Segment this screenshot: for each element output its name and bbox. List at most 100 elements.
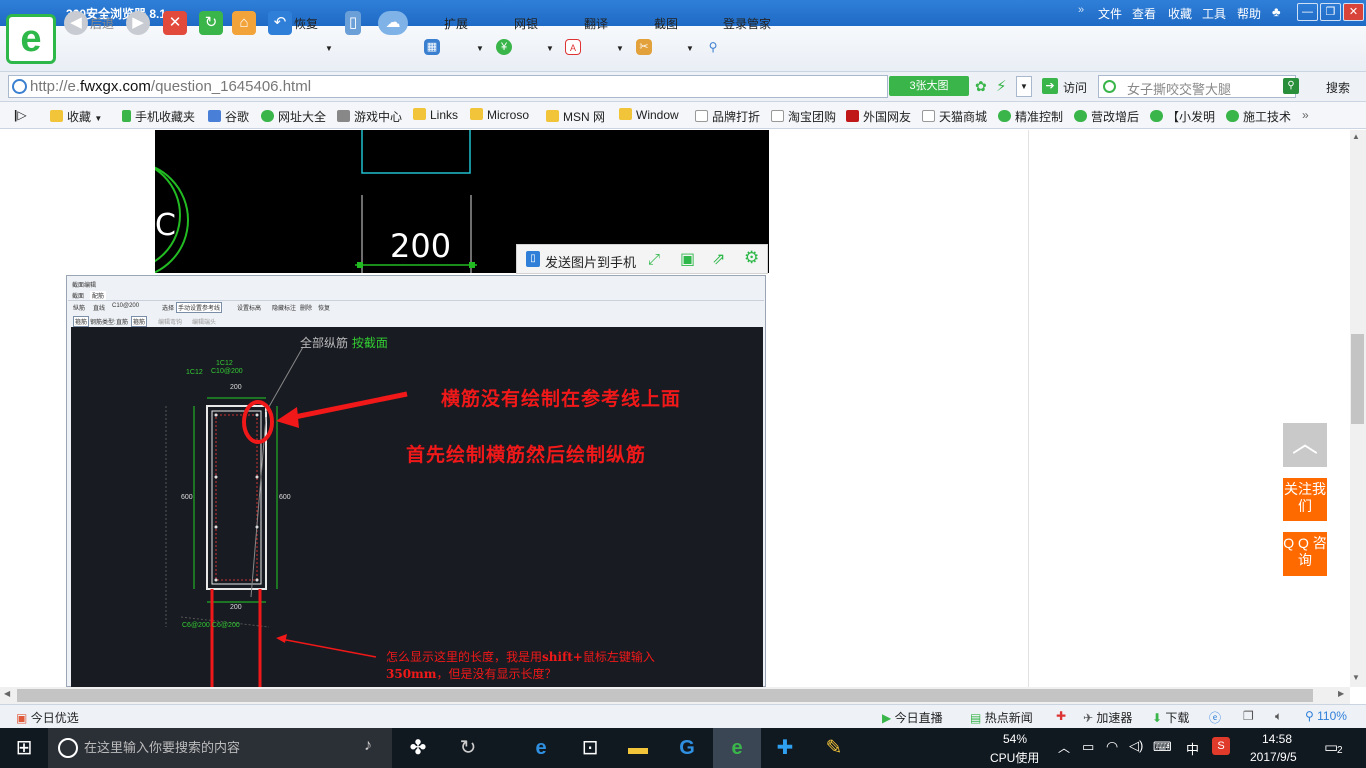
cad-tab-rebar[interactable]: 配筋 (90, 291, 107, 300)
speed-icon[interactable]: ✿ (975, 78, 987, 95)
clock-time[interactable]: 14:58 (1262, 732, 1292, 746)
minimize-button[interactable]: — (1297, 3, 1318, 21)
ie-icon[interactable]: ⓔ (1209, 709, 1221, 726)
downloads[interactable]: ⬇ 下载 (1152, 709, 1189, 726)
bank-button[interactable]: 网银 (514, 15, 538, 32)
clock-date[interactable]: 2017/9/5 (1250, 750, 1297, 764)
window-icon[interactable]: ❐ (1243, 709, 1254, 723)
cad-tab-section[interactable]: 截面 (72, 291, 84, 300)
back-button[interactable]: 后退 (90, 15, 114, 32)
back-arrow-icon[interactable]: ◀ (64, 11, 88, 35)
scroll-up-icon[interactable]: ▲ (1352, 132, 1360, 141)
skin-icon[interactable]: ♣ (1272, 4, 1281, 19)
bookmark-item[interactable]: 施工技术 (1226, 108, 1291, 125)
today-pick[interactable]: ▣ 今日优选 (16, 709, 79, 726)
vertical-scroll-thumb[interactable] (1351, 334, 1364, 424)
taskbar-app-blue-icon[interactable]: ✚ (761, 728, 809, 768)
search-icon[interactable]: ⚲ (1283, 78, 1299, 94)
bookmark-item[interactable]: 游戏中心 (337, 108, 402, 125)
bookmark-item[interactable]: 【小发明 (1150, 108, 1215, 125)
translate-button[interactable]: 翻译 (584, 15, 608, 32)
bookmark-item[interactable]: 手机收藏夹 (122, 108, 195, 125)
bookmark-item[interactable]: 天猫商城 (922, 108, 987, 125)
menu-view[interactable]: 查看 (1132, 5, 1156, 22)
stop-icon[interactable]: ✕ (163, 11, 187, 35)
forward-arrow-icon[interactable]: ▶ (126, 11, 150, 35)
refresh-icon[interactable]: ↻ (199, 11, 223, 35)
save-image-icon[interactable]: ▣ (680, 249, 695, 269)
url-dropdown-icon[interactable]: ▼ (1016, 76, 1032, 97)
bookmark-item[interactable]: 精准控制 (998, 108, 1063, 125)
cad-tool[interactable]: 直筋 (116, 317, 128, 326)
bookmark-item[interactable]: 外国网友 (846, 108, 911, 125)
share-icon[interactable]: ⇗ (712, 249, 725, 269)
search-engine-icon[interactable] (1103, 80, 1116, 93)
login-manager-icon[interactable]: ⚲ (705, 39, 721, 55)
cad-tool[interactable]: 箍筋 (131, 316, 148, 327)
accelerator[interactable]: ✈ 加速器 (1083, 709, 1132, 726)
close-window-button[interactable]: ✕ (1343, 3, 1364, 21)
bookmark-item[interactable]: Links (413, 108, 458, 122)
tray-ime-indicator[interactable]: 中 (1186, 739, 1199, 758)
microphone-icon[interactable]: ♪ (364, 737, 372, 755)
cad-tool[interactable]: 恢复 (318, 303, 330, 312)
cad-tool[interactable]: 纵筋 (73, 303, 85, 312)
restore-button[interactable]: 恢复 (294, 15, 318, 32)
scroll-down-icon[interactable]: ▼ (1352, 673, 1360, 682)
cad-tool[interactable]: 选择 (162, 303, 174, 312)
menu-help[interactable]: 帮助 (1237, 5, 1261, 22)
search-input[interactable]: 女子撕咬交警大腿 (1098, 75, 1296, 98)
bookmark-item[interactable]: 淘宝团购 (771, 108, 836, 125)
tray-wifi-icon[interactable]: ◠ (1106, 738, 1118, 755)
today-live[interactable]: ▶ 今日直播 (882, 709, 943, 726)
home-icon[interactable]: ⌂ (232, 11, 256, 35)
cad-tool[interactable]: 删除 (300, 303, 312, 312)
phone-icon[interactable]: ▯ (345, 11, 361, 35)
send-phone-icon[interactable]: ▯ (526, 251, 540, 267)
browser-logo[interactable]: e (6, 14, 56, 64)
taskbar-app-puzzle-icon[interactable]: ✤ (394, 728, 442, 768)
back-to-top-icon[interactable]: ︿ (1283, 423, 1327, 467)
bookmark-item[interactable]: MSN 网 (546, 108, 605, 125)
taskbar-explorer-icon[interactable]: ▬ (614, 728, 662, 768)
sidebar-toggle-icon[interactable]: |▷ (14, 108, 27, 122)
taskbar-app-swirl-icon[interactable]: ↻ (444, 728, 492, 768)
bookmark-item[interactable]: 网址大全 (261, 108, 326, 125)
taskbar-g-app-icon[interactable]: G (663, 728, 711, 768)
taskbar-search-input[interactable]: 在这里输入你要搜索的内容 (48, 728, 392, 768)
tray-volume-icon[interactable]: ◁) (1129, 738, 1143, 754)
undo-icon[interactable]: ↶ (268, 11, 292, 35)
bookmark-item[interactable]: 营改增后 (1074, 108, 1139, 125)
cloud-icon[interactable]: ☁ (378, 11, 408, 35)
cad-tool[interactable]: 编辑弯钩 (158, 317, 182, 326)
tray-battery-icon[interactable]: ▭ (1082, 739, 1094, 755)
follow-us-button[interactable]: 关注我们 (1283, 478, 1327, 521)
taskbar-store-icon[interactable]: ⊡ (566, 728, 614, 768)
bookmark-favorites[interactable]: 收藏 ▼ (50, 108, 102, 125)
cad-tool-stirrup[interactable]: 箍筋 (73, 316, 90, 327)
bookmark-item[interactable]: 品牌打折 (695, 108, 760, 125)
taskbar-edge-icon[interactable]: e (517, 728, 565, 768)
security-icon[interactable]: ✚ (1056, 709, 1066, 723)
volume-icon[interactable]: 🔈︎ (1275, 709, 1282, 724)
screenshot-icon[interactable]: ✂ (636, 39, 652, 55)
cad-tool[interactable]: 编辑端头 (192, 317, 216, 326)
taskbar-360-browser-icon[interactable]: e (713, 728, 761, 768)
bookmark-more-icon[interactable]: » (1302, 108, 1309, 122)
cortana-icon[interactable] (58, 738, 78, 758)
login-manager-button[interactable]: 登录管家 (723, 15, 771, 32)
extend-button[interactable]: 扩展 (444, 15, 468, 32)
taskbar-notes-icon[interactable]: ✎ (810, 728, 858, 768)
bank-dropdown-icon[interactable]: ▼ (546, 44, 554, 53)
send-to-phone-button[interactable]: 发送图片到手机 (545, 252, 636, 271)
scroll-right-icon[interactable]: ▶ (1338, 689, 1344, 698)
scroll-left-icon[interactable]: ◀ (4, 689, 10, 698)
screenshot-button[interactable]: 截图 (654, 15, 678, 32)
zoom-level[interactable]: ⚲ 110% (1305, 709, 1347, 723)
go-arrow-icon[interactable]: ➔ (1042, 78, 1058, 94)
cad-tool[interactable]: 直线 (93, 303, 105, 312)
cad-tool[interactable]: 设置标高 (237, 303, 261, 312)
cad-tool[interactable]: C10@200 (112, 303, 139, 309)
gear-icon[interactable]: ⚙ (744, 248, 759, 268)
cad-tool-ref-line[interactable]: 手动设置参考线 (176, 302, 223, 313)
